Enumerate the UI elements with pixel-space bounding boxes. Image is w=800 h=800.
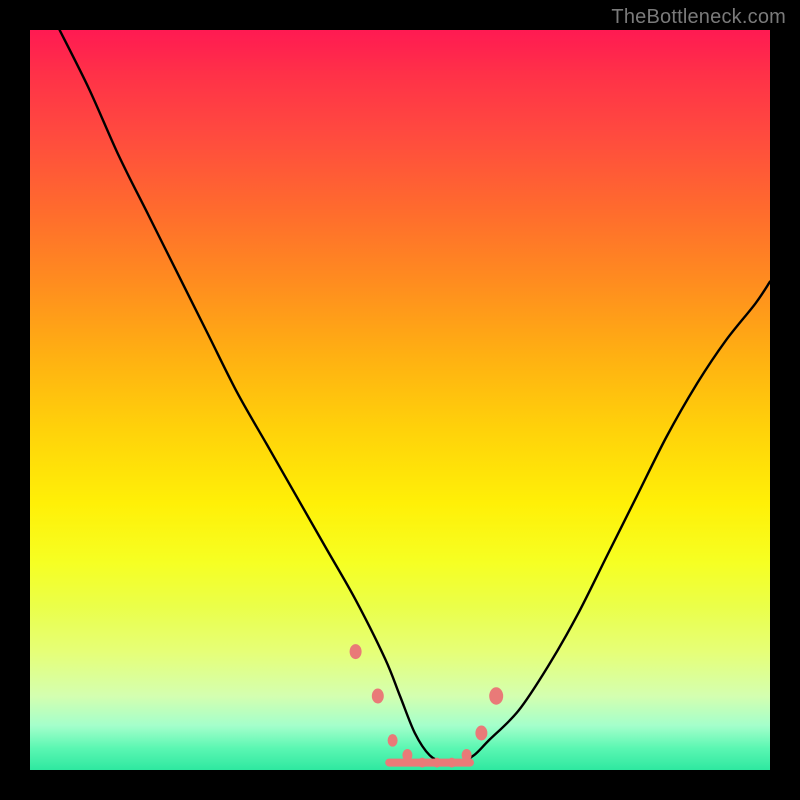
marker-point	[418, 758, 426, 768]
marker-point	[489, 687, 503, 705]
plot-area	[30, 30, 770, 770]
marker-point	[433, 758, 441, 768]
bottleneck-curve	[60, 30, 770, 763]
marker-point	[372, 689, 384, 704]
chart-svg	[30, 30, 770, 770]
flat-region-bar	[385, 759, 474, 767]
watermark-text: TheBottleneck.com	[611, 6, 786, 29]
marker-point	[388, 734, 398, 747]
chart-frame: TheBottleneck.com	[0, 0, 800, 800]
marker-point	[475, 726, 487, 741]
marker-point	[448, 758, 456, 768]
marker-point	[402, 749, 412, 762]
marker-point	[350, 644, 362, 659]
marker-point	[462, 749, 472, 762]
